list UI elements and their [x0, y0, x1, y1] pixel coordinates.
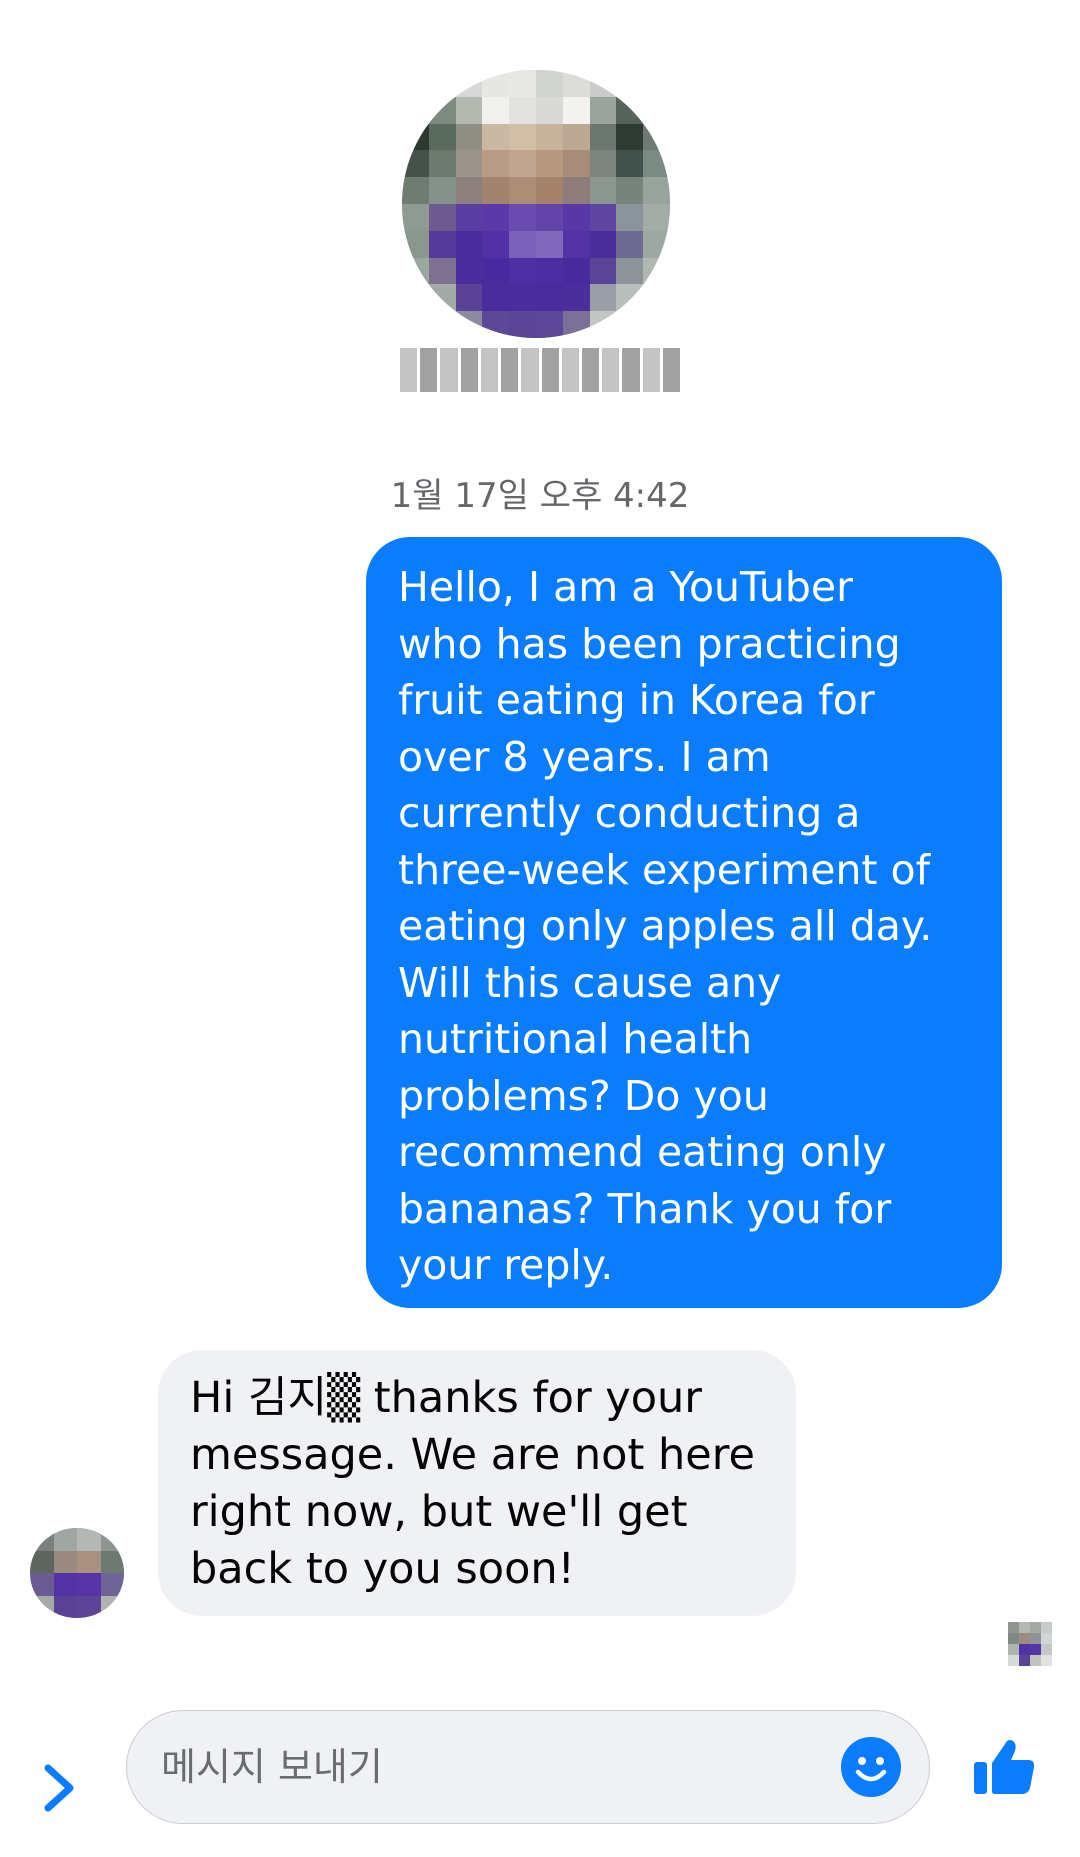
expand-actions-button[interactable]	[40, 1758, 80, 1818]
sender-avatar-pixelated-image	[30, 1528, 124, 1618]
seen-indicator-avatar	[1008, 1622, 1052, 1666]
sent-message-bubble[interactable]: Hello, I am a YouTuber who has been prac…	[366, 537, 1002, 1308]
smiley-icon	[841, 1737, 901, 1797]
message-timestamp: 1월 17일 오후 4:42	[390, 476, 690, 516]
profile-name-redacted	[400, 348, 681, 392]
chevron-right-icon	[44, 1764, 74, 1812]
seen-indicator-pixelated-image	[1008, 1622, 1052, 1666]
emoji-button[interactable]	[840, 1736, 902, 1798]
thumbs-up-icon	[974, 1740, 1035, 1794]
profile-avatar-pixelated-image	[402, 70, 670, 338]
received-message-bubble[interactable]: Hi 김지▒ thanks for your message. We are n…	[158, 1350, 796, 1616]
like-button[interactable]	[970, 1732, 1038, 1800]
profile-avatar[interactable]	[402, 70, 670, 338]
sender-avatar[interactable]	[30, 1528, 124, 1618]
message-input[interactable]	[126, 1710, 930, 1824]
message-composer	[0, 1690, 1080, 1857]
